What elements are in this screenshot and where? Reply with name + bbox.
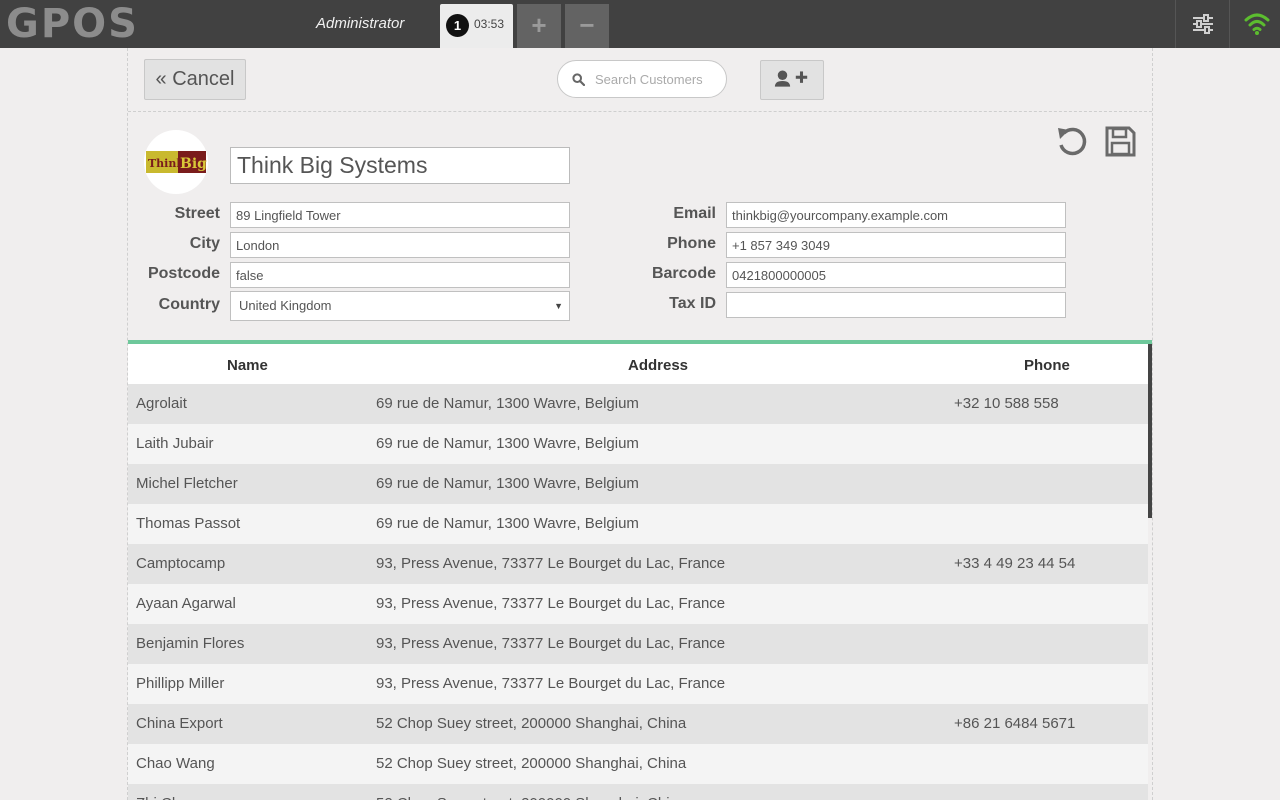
cell-phone: +86 21 6484 5671 xyxy=(954,715,1076,732)
cell-address: 93, Press Avenue, 73377 Le Bourget du La… xyxy=(376,675,726,692)
cell-address: 52 Chop Suey street, 200000 Shanghai, Ch… xyxy=(376,715,687,732)
street-input[interactable] xyxy=(230,202,570,228)
postcode-label: Postcode xyxy=(147,265,220,282)
table-row[interactable]: Chao Wang 52 Chop Suey street, 200000 Sha… xyxy=(128,744,1148,784)
cell-address: 52 Chop Suey street, 200000 Shanghai, Ch… xyxy=(376,755,687,772)
table-row[interactable]: Ayaan Agarwal 93, Press Avenue, 73377 Le … xyxy=(128,584,1148,624)
search-icon xyxy=(572,73,585,86)
table-row[interactable]: Benjamin Flores 93, Press Avenue, 73377 L… xyxy=(128,624,1148,664)
order-tab[interactable]: 1 03:53 xyxy=(440,4,513,48)
search-box[interactable] xyxy=(557,60,727,98)
top-bar: GPOS Administrator 1 03:53 + − xyxy=(0,0,1280,48)
list-scrollbar[interactable] xyxy=(1148,344,1152,518)
cell-name: Ayaan Agarwal xyxy=(136,595,236,612)
cell-address: 93, Press Avenue, 73377 Le Bourget du La… xyxy=(376,635,726,652)
cell-phone: +32 10 588 558 xyxy=(954,395,1059,412)
city-label: City xyxy=(189,235,220,252)
column-header-name: Name xyxy=(227,357,268,374)
taxid-input[interactable] xyxy=(726,292,1066,318)
cell-name: China Export xyxy=(136,715,223,732)
cell-name: Agrolait xyxy=(136,395,187,412)
customer-name-input[interactable] xyxy=(230,147,570,184)
phone-label: Phone xyxy=(667,235,716,252)
cell-name: Michel Fletcher xyxy=(136,475,238,492)
customer-avatar[interactable]: Think Big xyxy=(144,130,208,194)
screen-header: « Cancel xyxy=(128,48,1152,112)
city-input[interactable] xyxy=(230,232,570,258)
topbar-divider xyxy=(1229,0,1230,48)
user-name[interactable]: Administrator xyxy=(316,15,404,32)
cell-address: 69 rue de Namur, 1300 Wavre, Belgium xyxy=(376,435,639,452)
search-input[interactable] xyxy=(595,69,720,89)
table-row[interactable]: Phillipp Miller 93, Press Avenue, 73377 L… xyxy=(128,664,1148,704)
cell-address: 69 rue de Namur, 1300 Wavre, Belgium xyxy=(376,515,639,532)
taxid-label: Tax ID xyxy=(669,295,716,312)
cell-address: 93, Press Avenue, 73377 Le Bourget du La… xyxy=(376,595,726,612)
cell-name: Phillipp Miller xyxy=(136,675,225,692)
cell-name: Camptocamp xyxy=(136,555,226,572)
customer-list: Name Address Phone Agrolait 69 rue de Nam… xyxy=(128,340,1152,800)
country-value: United Kingdom xyxy=(239,298,332,313)
cell-name: Chao Wang xyxy=(136,755,215,772)
barcode-label: Barcode xyxy=(651,265,716,282)
wifi-icon xyxy=(1244,13,1270,35)
cell-name: Zhi Chen xyxy=(136,795,197,800)
street-label: Street xyxy=(174,205,220,222)
table-row[interactable]: Michel Fletcher 69 rue de Namur, 1300 Wav… xyxy=(128,464,1148,504)
add-customer-button[interactable] xyxy=(760,60,824,100)
cell-address: 69 rue de Namur, 1300 Wavre, Belgium xyxy=(376,475,639,492)
cell-address: 93, Press Avenue, 73377 Le Bourget du La… xyxy=(376,555,726,572)
table-row[interactable]: Thomas Passot 69 rue de Namur, 1300 Wavre… xyxy=(128,504,1148,544)
cell-phone: +33 4 49 23 44 54 xyxy=(954,555,1076,572)
app-logo: GPOS xyxy=(6,1,139,47)
cell-address: 52 Chop Suey street, 200000 Shanghai, Ch… xyxy=(376,795,686,800)
email-label: Email xyxy=(673,205,716,222)
cell-address: 69 rue de Namur, 1300 Wavre, Belgium xyxy=(376,395,639,412)
cancel-button[interactable]: « Cancel xyxy=(144,59,246,100)
company-logo: Think Big xyxy=(144,150,208,175)
column-header-address: Address xyxy=(628,357,689,374)
save-icon[interactable] xyxy=(1104,125,1137,158)
table-row[interactable]: Zhi Chen 52 Chop Suey street, 200000 Shan… xyxy=(128,784,1148,800)
add-user-icon xyxy=(774,70,808,87)
topbar-divider xyxy=(1175,0,1176,48)
order-number-badge: 1 xyxy=(446,14,469,37)
chevron-down-icon: ▼ xyxy=(554,301,563,311)
remove-order-button[interactable]: − xyxy=(565,4,609,48)
table-row[interactable]: Agrolait 69 rue de Namur, 1300 Wavre, Bel… xyxy=(128,384,1148,424)
undo-icon[interactable] xyxy=(1055,124,1089,158)
table-row[interactable]: Camptocamp 93, Press Avenue, 73377 Le Bou… xyxy=(128,544,1148,584)
cell-name: Laith Jubair xyxy=(136,435,214,452)
client-screen: « Cancel Think xyxy=(127,48,1153,800)
email-input[interactable] xyxy=(726,202,1066,228)
logo-text-think: Think xyxy=(148,157,184,170)
country-select[interactable]: United Kingdom ▼ xyxy=(230,291,570,321)
column-header-phone: Phone xyxy=(1024,357,1070,374)
list-header: Name Address Phone xyxy=(128,344,1148,384)
cell-name: Benjamin Flores xyxy=(136,635,245,652)
table-row[interactable]: Laith Jubair 69 rue de Namur, 1300 Wavre,… xyxy=(128,424,1148,464)
table-row[interactable]: China Export 52 Chop Suey street, 200000 … xyxy=(128,704,1148,744)
postcode-input[interactable] xyxy=(230,262,570,288)
order-time: 03:53 xyxy=(474,17,505,31)
logo-text-big: Big xyxy=(180,156,207,172)
country-label: Country xyxy=(158,296,220,313)
phone-input[interactable] xyxy=(726,232,1066,258)
settings-icon[interactable] xyxy=(1190,13,1216,35)
cell-name: Thomas Passot xyxy=(136,515,241,532)
add-order-button[interactable]: + xyxy=(517,4,561,48)
barcode-input[interactable] xyxy=(726,262,1066,288)
